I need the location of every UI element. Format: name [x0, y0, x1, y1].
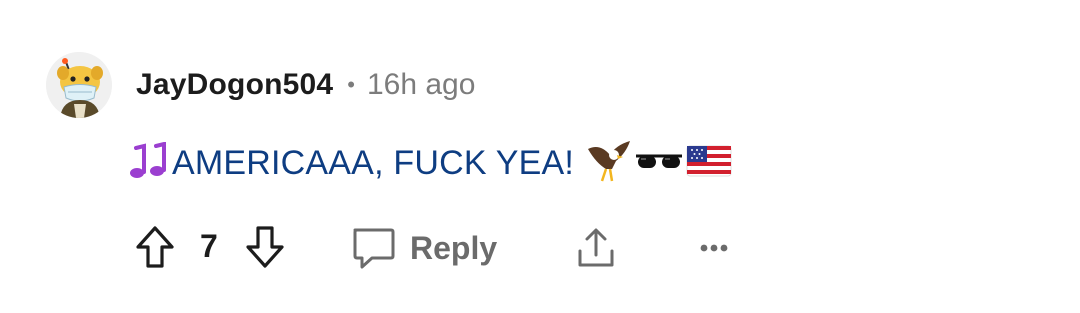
trailing-emojis: [586, 139, 732, 188]
upvote-arrow-icon: [136, 226, 174, 268]
comment-text: AMERICAAA, FUCK YEA!: [172, 143, 575, 182]
more-options-icon: [700, 244, 728, 252]
reply-button[interactable]: Reply: [350, 222, 497, 274]
user-avatar[interactable]: [46, 52, 112, 118]
eagle-icon: [586, 139, 632, 188]
avatar-image: [46, 52, 112, 118]
comment-body: AMERICAAA, FUCK YEA!: [124, 140, 732, 186]
upvote-button[interactable]: [132, 224, 178, 270]
share-button[interactable]: [572, 224, 620, 272]
comment-timestamp: 16h ago: [366, 68, 476, 101]
musical-notes-icon: [124, 141, 172, 184]
share-icon: [578, 228, 614, 267]
author-username[interactable]: JayDogon504: [136, 68, 333, 102]
reply-label: Reply: [410, 229, 498, 266]
comment-header: JayDogon504 • 16h ago: [136, 64, 475, 106]
us-flag-icon: [686, 144, 732, 183]
downvote-arrow-icon: [246, 226, 284, 268]
speech-bubble-icon: [353, 228, 395, 269]
sunglasses-icon: [634, 146, 684, 181]
vote-count: 7: [200, 228, 218, 264]
comment-card: JayDogon504 • 16h ago AMERICAAA, FUCK YE…: [0, 0, 1080, 313]
downvote-button[interactable]: [242, 224, 288, 270]
more-options-button[interactable]: [692, 230, 736, 266]
meta-separator: •: [347, 72, 355, 97]
comment-actions: 7 Reply: [0, 222, 1080, 274]
